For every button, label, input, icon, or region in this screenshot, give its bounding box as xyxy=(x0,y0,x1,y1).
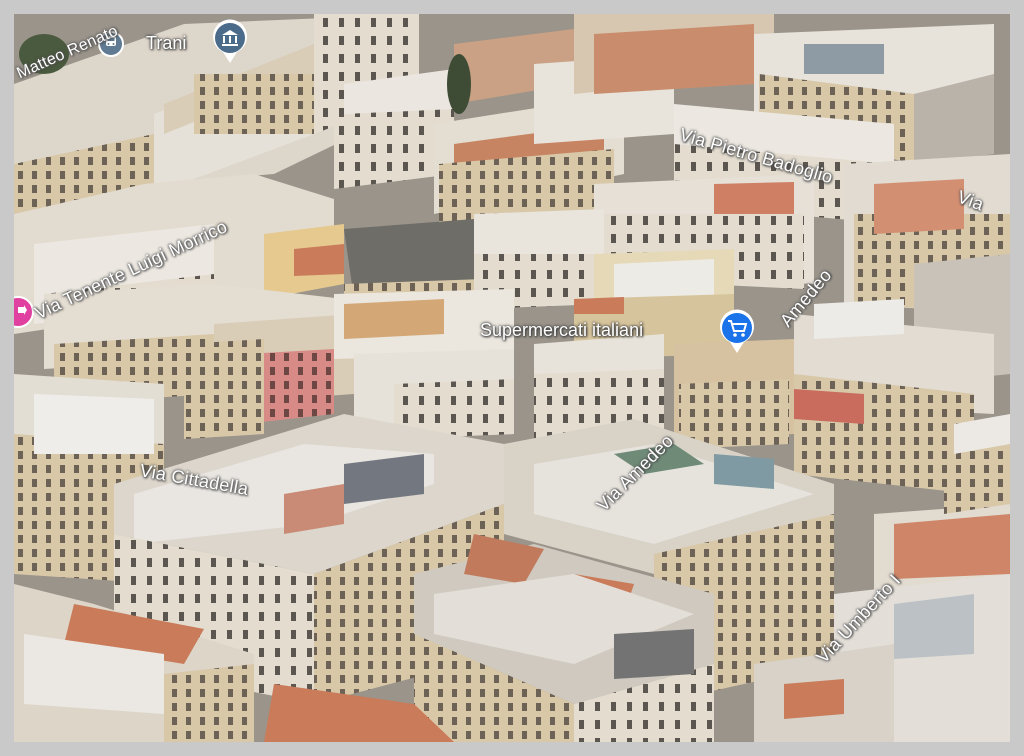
screenshot-frame: Trani Supermercati italiani Matteo Renat… xyxy=(0,0,1024,756)
shopping-cart-icon xyxy=(720,309,754,353)
place-pin-trani[interactable] xyxy=(210,18,250,64)
museum-icon xyxy=(213,19,247,63)
place-pin-supermercati[interactable] xyxy=(717,308,757,354)
arrow-icon xyxy=(16,303,28,321)
map-canvas[interactable]: Trani Supermercati italiani Matteo Renat… xyxy=(14,14,1010,742)
place-label-trani[interactable]: Trani xyxy=(146,33,186,54)
place-label-supermercati[interactable]: Supermercati italiani xyxy=(480,320,643,341)
satellite-imagery xyxy=(14,14,1010,742)
